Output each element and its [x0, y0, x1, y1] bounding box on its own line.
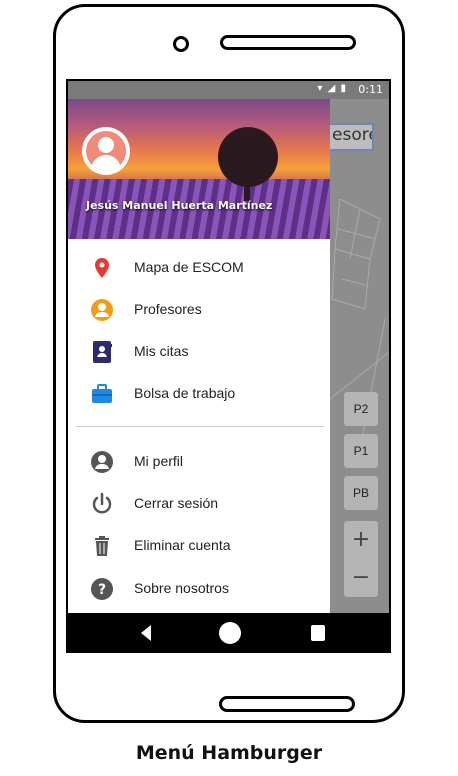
menu-item-label: Mi perfil	[134, 453, 184, 469]
menu-item-perfil[interactable]: Mi perfil	[68, 443, 330, 481]
floor-button-pb[interactable]: PB	[344, 476, 378, 510]
avatar-icon	[86, 131, 126, 171]
home-icon[interactable]	[219, 622, 241, 644]
menu-item-label: Mis citas	[134, 343, 189, 359]
hardware-home-button[interactable]	[219, 696, 355, 712]
location-pin-icon	[95, 258, 109, 278]
navigation-drawer: Jesús Manuel Huerta Martínez Mapa de ESC…	[68, 99, 330, 613]
menu-divider	[76, 426, 324, 427]
floor-button-p2[interactable]: P2	[344, 392, 378, 426]
android-navigation-bar	[68, 613, 389, 651]
help-circle-icon: ?	[91, 578, 113, 600]
person-circle-icon	[91, 299, 113, 321]
back-icon[interactable]	[141, 625, 151, 641]
floor-button-p1[interactable]: P1	[344, 434, 378, 468]
zoom-out-button[interactable]: −	[344, 559, 378, 597]
user-name: Jesús Manuel Huerta Martínez	[86, 199, 273, 212]
camera	[173, 36, 189, 52]
status-icons: ▾ ◢ ▮	[317, 83, 347, 94]
menu-item-label: Mapa de ESCOM	[134, 259, 244, 275]
recent-apps-icon[interactable]	[311, 625, 325, 641]
tree-trunk	[244, 179, 250, 201]
trash-icon	[95, 536, 109, 556]
contacts-book-icon	[93, 341, 112, 363]
power-icon	[92, 492, 112, 514]
speaker	[220, 35, 356, 50]
briefcase-icon	[92, 384, 112, 403]
search-box[interactable]: esore	[328, 123, 374, 151]
menu-item-eliminar[interactable]: Eliminar cuenta	[68, 527, 330, 565]
menu-item-sobre-nosotros[interactable]: ? Sobre nosotros	[68, 570, 330, 608]
avatar[interactable]	[82, 127, 130, 175]
menu-item-label: Profesores	[134, 301, 202, 317]
zoom-controls: + −	[344, 521, 378, 597]
menu-item-label: Cerrar sesión	[134, 495, 219, 511]
zoom-in-button[interactable]: +	[344, 521, 378, 559]
phone-screen: ▾ ◢ ▮ 0:11 esore P2 P1 PB + −	[66, 79, 391, 653]
tree-image	[218, 127, 278, 187]
menu-item-citas[interactable]: Mis citas	[68, 333, 330, 371]
menu-item-bolsa[interactable]: Bolsa de trabajo	[68, 375, 330, 413]
drawer-header: Jesús Manuel Huerta Martínez	[68, 99, 330, 239]
account-circle-icon	[91, 451, 113, 473]
menu-item-label: Sobre nosotros	[134, 580, 229, 596]
svg-text:?: ?	[98, 582, 106, 598]
status-time: 0:11	[358, 83, 383, 96]
menu-item-profesores[interactable]: Profesores	[68, 291, 330, 329]
menu-item-label: Eliminar cuenta	[134, 537, 231, 553]
menu-item-label: Bolsa de trabajo	[134, 385, 236, 401]
caption: Menú Hamburger	[135, 742, 323, 764]
menu-item-cerrar-sesion[interactable]: Cerrar sesión	[68, 485, 330, 523]
status-bar: ▾ ◢ ▮ 0:11	[68, 81, 389, 99]
menu-item-mapa[interactable]: Mapa de ESCOM	[68, 249, 330, 287]
